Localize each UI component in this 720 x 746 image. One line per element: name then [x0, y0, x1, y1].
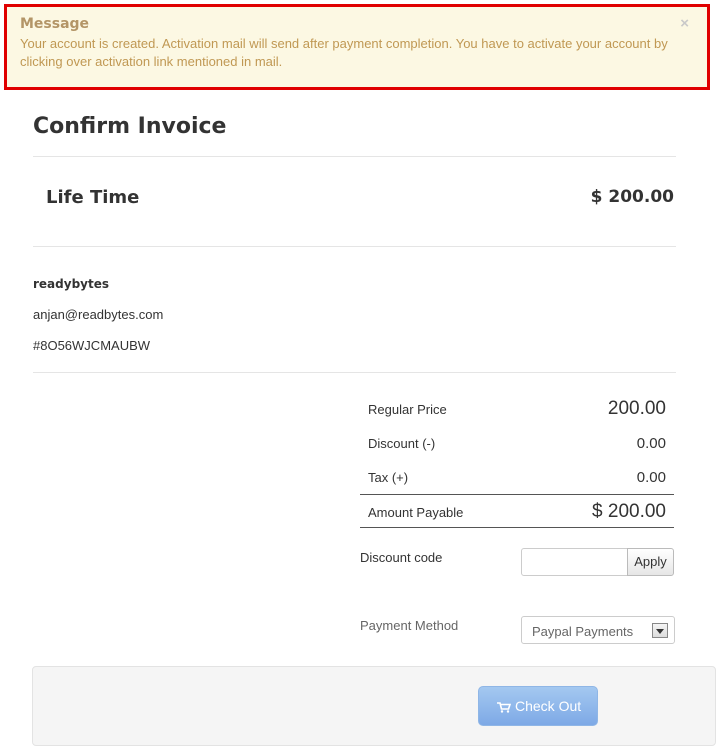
alert-message: Message Your account is created. Activat…	[4, 4, 710, 90]
invoice-key: #8O56WJCMAUBW	[33, 338, 151, 353]
cart-icon	[497, 702, 511, 713]
discount-code-label: Discount code	[360, 550, 443, 565]
regular-price-label: Regular Price	[368, 402, 447, 417]
checkout-label: Check Out	[515, 698, 582, 714]
alert-body: Your account is created. Activation mail…	[20, 36, 668, 69]
payment-method-label: Payment Method	[360, 618, 459, 633]
divider	[33, 246, 676, 247]
tax-label: Tax (+)	[368, 470, 409, 485]
discount-label: Discount (-)	[368, 436, 436, 451]
buyer-name: readybytes	[33, 277, 109, 291]
regular-price-row: Regular Price 200.00	[360, 392, 674, 426]
tax-row: Tax (+) 0.00	[360, 460, 674, 494]
plan-name: Life Time	[46, 187, 140, 208]
checkout-panel	[32, 666, 716, 746]
apply-button[interactable]: Apply	[627, 548, 674, 576]
payment-method-select[interactable]: Paypal Payments	[521, 616, 675, 644]
regular-price-value: 200.00	[607, 398, 666, 419]
amount-payable-row: Amount Payable $ 200.00	[360, 494, 674, 528]
page-title: Confirm Invoice	[33, 114, 227, 139]
checkout-button[interactable]: Check Out	[478, 686, 598, 726]
totals-table: Regular Price 200.00 Discount (-) 0.00 T…	[360, 392, 674, 528]
close-icon[interactable]: ×	[680, 15, 689, 32]
divider	[33, 372, 676, 373]
amount-payable-value: $ 200.00	[592, 501, 666, 522]
discount-code-input[interactable]	[521, 548, 628, 576]
alert-title: Message	[20, 16, 90, 32]
divider	[33, 156, 676, 157]
tax-value: 0.00	[636, 469, 666, 486]
chevron-down-icon[interactable]	[652, 623, 668, 638]
discount-value: 0.00	[636, 435, 666, 452]
discount-row: Discount (-) 0.00	[360, 426, 674, 460]
plan-price: $ 200.00	[590, 187, 674, 207]
buyer-email: anjan@readbytes.com	[33, 307, 164, 322]
payment-method-selected: Paypal Payments	[532, 624, 634, 639]
amount-payable-label: Amount Payable	[368, 505, 464, 520]
